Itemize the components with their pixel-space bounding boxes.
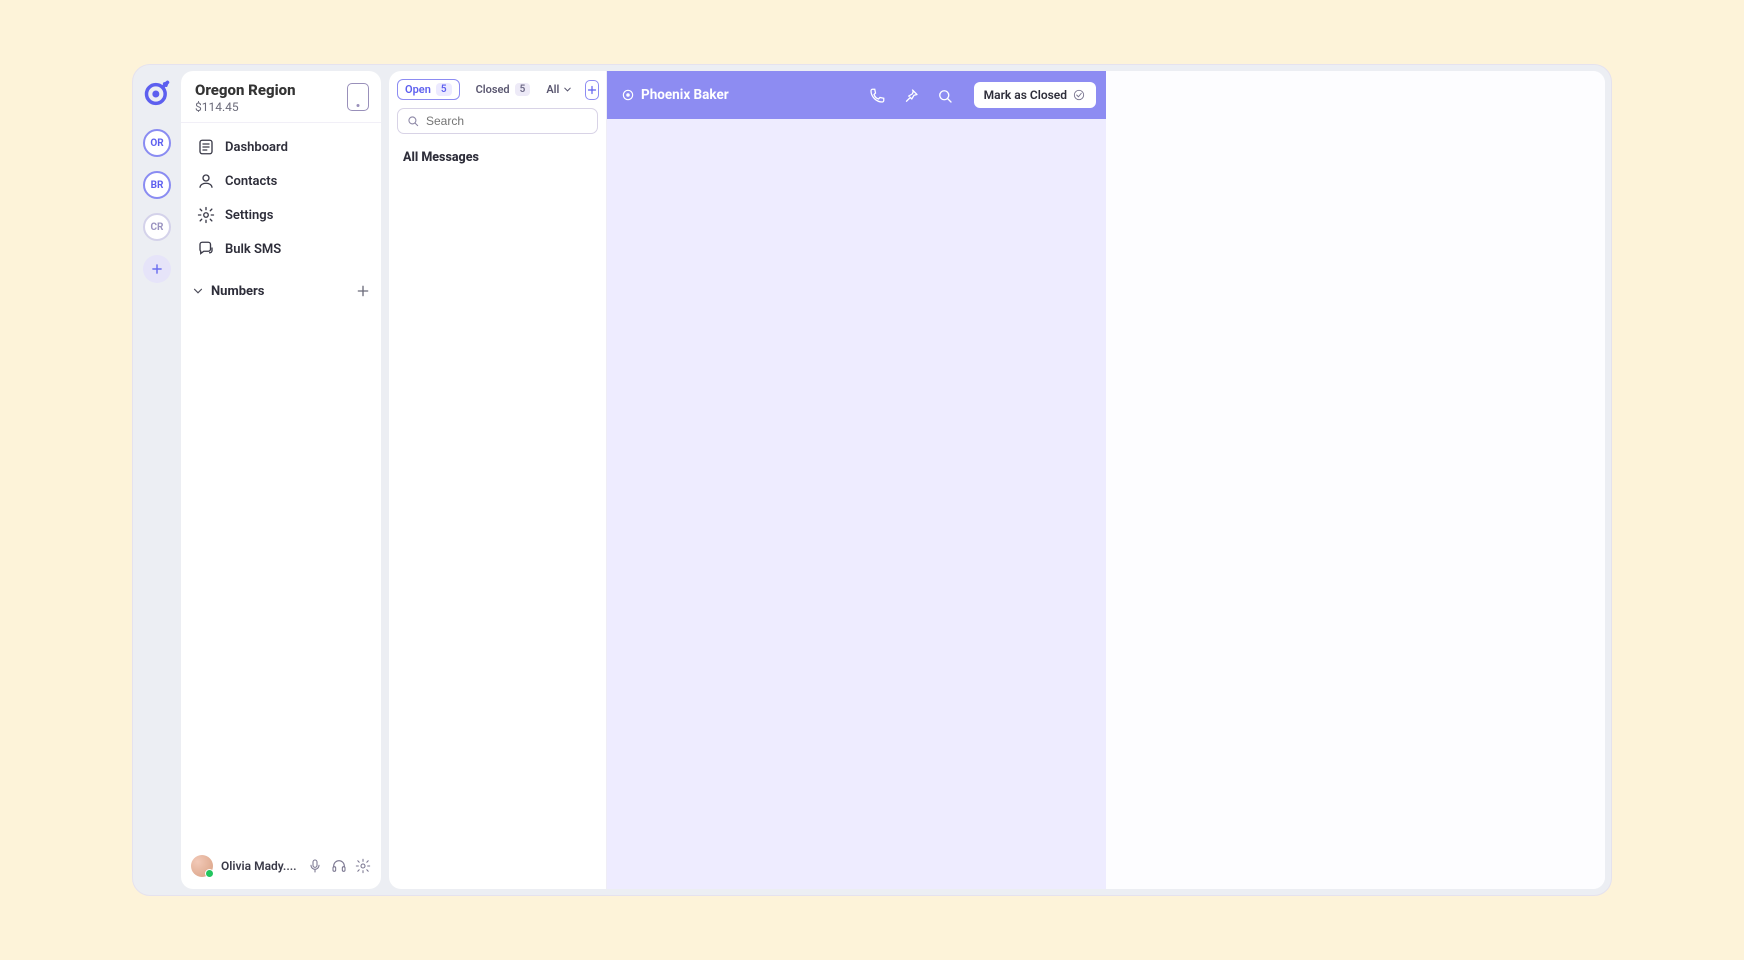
tab-label: Open xyxy=(405,83,431,96)
tab-open-count: 5 xyxy=(436,83,452,96)
filter-all-dropdown[interactable]: All xyxy=(546,83,573,96)
nav-bulk-sms[interactable]: Bulk SMS xyxy=(189,233,373,265)
conversation-tabs: Open 5 Closed 5 All xyxy=(389,71,606,104)
search-container xyxy=(389,104,606,140)
tab-closed-count: 5 xyxy=(515,83,531,96)
app-logo xyxy=(142,79,172,109)
conversation-body xyxy=(607,119,1106,889)
contacts-icon xyxy=(197,172,215,190)
conversation-header: Phoenix Baker Mark as Closed xyxy=(607,71,1106,119)
search-input[interactable] xyxy=(426,114,589,128)
details-panel xyxy=(1106,71,1605,889)
numbers-section[interactable]: Numbers xyxy=(181,273,381,303)
chevron-down-icon xyxy=(191,284,205,298)
workspace-rail: OR BR CR xyxy=(133,65,181,895)
search-box[interactable] xyxy=(397,108,598,134)
device-icon[interactable] xyxy=(347,83,369,111)
conversation-list: Open 5 Closed 5 All xyxy=(389,71,607,889)
call-icon[interactable] xyxy=(868,87,884,103)
gear-icon[interactable] xyxy=(355,858,371,874)
workspace-cr[interactable]: CR xyxy=(143,213,171,241)
nav-label: Dashboard xyxy=(225,140,288,155)
mark-closed-label: Mark as Closed xyxy=(984,88,1067,102)
main-panel: Open 5 Closed 5 All xyxy=(389,71,1605,889)
conversation-panel: Phoenix Baker Mark as Closed xyxy=(607,71,1106,889)
filter-label: All xyxy=(546,83,559,96)
nav-dashboard[interactable]: Dashboard xyxy=(189,131,373,163)
add-workspace-button[interactable] xyxy=(143,255,171,283)
compose-button[interactable] xyxy=(585,80,599,100)
numbers-label: Numbers xyxy=(211,284,265,299)
sidebar-nav: Dashboard Contacts Settings Bulk SMS xyxy=(181,123,381,273)
pin-icon[interactable] xyxy=(902,87,918,103)
workspace-or[interactable]: OR xyxy=(143,129,171,157)
tab-label: Closed xyxy=(476,83,510,96)
sidebar-header: Oregon Region $114.45 xyxy=(181,71,381,123)
contact-indicator-icon xyxy=(621,88,635,102)
search-icon xyxy=(406,114,420,128)
tab-open[interactable]: Open 5 xyxy=(397,79,460,100)
dashboard-icon xyxy=(197,138,215,156)
app-window: OR BR CR Oregon Region $114.45 Dashboard xyxy=(132,64,1612,896)
settings-icon xyxy=(197,206,215,224)
nav-label: Settings xyxy=(225,208,273,223)
tab-closed[interactable]: Closed 5 xyxy=(468,79,539,100)
section-all-messages: All Messages xyxy=(389,140,606,165)
nav-label: Contacts xyxy=(225,174,277,189)
nav-label: Bulk SMS xyxy=(225,242,281,257)
check-circle-icon xyxy=(1072,88,1086,102)
user-avatar[interactable] xyxy=(191,855,213,877)
add-number-button[interactable] xyxy=(355,283,371,299)
workspace-br[interactable]: BR xyxy=(143,171,171,199)
nav-settings[interactable]: Settings xyxy=(189,199,373,231)
sidebar: Oregon Region $114.45 Dashboard Contacts xyxy=(181,71,381,889)
user-name: Olivia Mady.... xyxy=(221,859,299,873)
headphones-icon[interactable] xyxy=(331,858,347,874)
workspace-balance: $114.45 xyxy=(195,100,296,114)
mark-as-closed-button[interactable]: Mark as Closed xyxy=(974,82,1096,108)
chevron-down-icon xyxy=(562,84,573,95)
search-conversation-icon[interactable] xyxy=(936,87,952,103)
sidebar-footer: Olivia Mady.... xyxy=(181,845,381,889)
bulk-sms-icon xyxy=(197,240,215,258)
contact-name[interactable]: Phoenix Baker xyxy=(641,87,729,103)
mic-icon[interactable] xyxy=(307,858,323,874)
nav-contacts[interactable]: Contacts xyxy=(189,165,373,197)
workspace-title: Oregon Region xyxy=(195,81,296,99)
